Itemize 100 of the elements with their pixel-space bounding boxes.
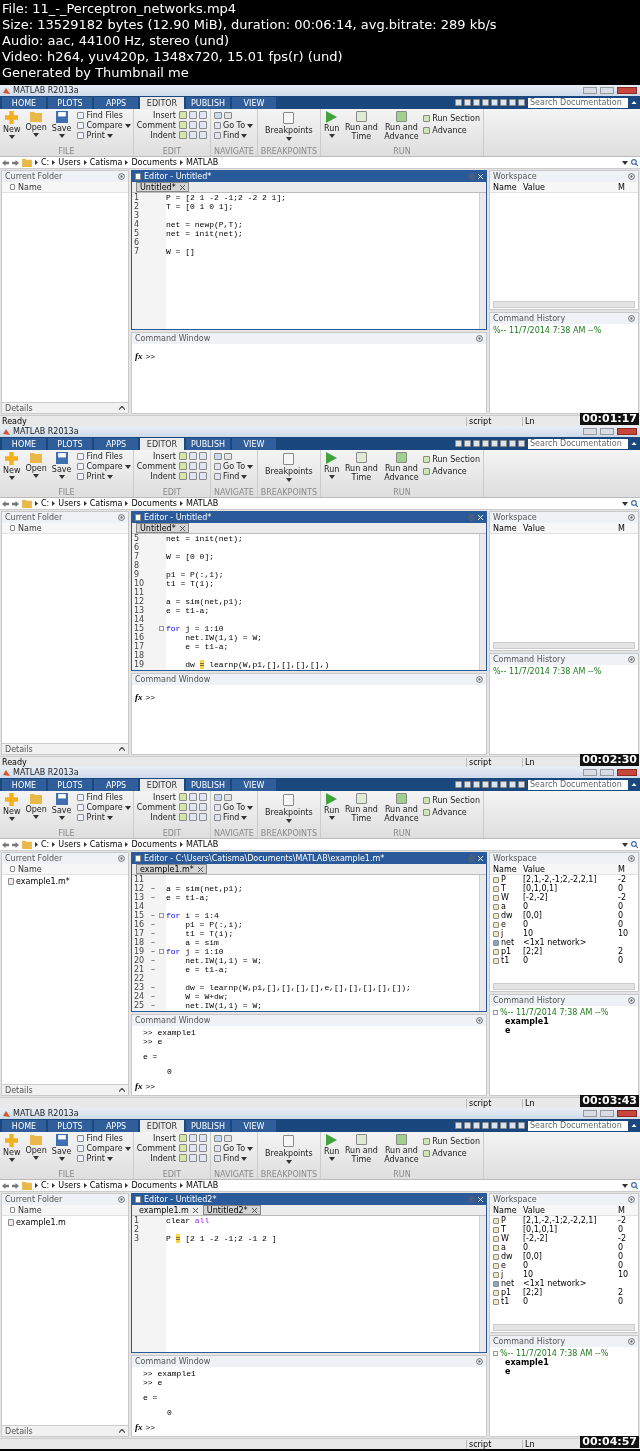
column-header[interactable]: Name xyxy=(493,1205,517,1215)
file-item[interactable]: example1.m xyxy=(16,1217,66,1227)
options-icon[interactable] xyxy=(118,514,125,521)
ribbon-tab[interactable]: EDITOR xyxy=(140,438,184,450)
path-segment[interactable]: MATLAB xyxy=(186,158,219,167)
toolbar-button[interactable]: Run and Time xyxy=(343,111,380,147)
variable-name[interactable]: T xyxy=(501,884,506,893)
path-segment[interactable]: Catisma xyxy=(89,840,123,849)
file-tab[interactable]: Untitled* xyxy=(136,182,189,192)
path-segment[interactable]: C: xyxy=(41,499,50,508)
expand-icon[interactable] xyxy=(119,1429,125,1433)
toolbar-button[interactable]: New xyxy=(2,1134,22,1162)
close-icon[interactable] xyxy=(192,1207,198,1213)
toolbar-button[interactable]: Find Files xyxy=(77,1134,131,1143)
search-field[interactable]: Search Documentation xyxy=(528,1120,628,1131)
variable-name[interactable]: e xyxy=(501,1261,506,1270)
path-segment[interactable]: Documents xyxy=(131,1181,178,1190)
toolbar-button[interactable]: Save xyxy=(50,1134,73,1161)
variable-name[interactable]: t1 xyxy=(501,956,510,965)
history-entry[interactable]: example1 xyxy=(505,1017,549,1026)
ribbon-tab[interactable]: PUBLISH xyxy=(186,97,230,109)
toolbar-button[interactable]: Indent xyxy=(150,131,176,140)
back-icon[interactable] xyxy=(2,841,9,848)
collapse-icon[interactable] xyxy=(631,782,637,787)
toolbar-button[interactable]: Breakpoints xyxy=(260,109,317,147)
command-prompt[interactable]: >> xyxy=(145,692,156,702)
toolbar-button[interactable]: Run and Advance xyxy=(383,793,420,829)
file-tab[interactable]: example1.m* xyxy=(136,864,207,874)
toolbar-button[interactable]: Compare xyxy=(77,1144,131,1153)
collapse-icon[interactable] xyxy=(631,1123,637,1128)
path-segment[interactable]: Catisma xyxy=(89,158,123,167)
collapse-icon[interactable] xyxy=(631,100,637,105)
path-segment[interactable]: Users xyxy=(58,1181,81,1190)
ribbon-tab[interactable]: HOME xyxy=(2,438,46,450)
toolbar-button[interactable]: Run and Advance xyxy=(383,452,420,488)
toolbar-button[interactable]: Breakpoints xyxy=(260,450,317,488)
toolbar-button[interactable]: Open xyxy=(24,1134,48,1160)
variable-name[interactable]: e xyxy=(501,920,506,929)
close-icon[interactable] xyxy=(251,1207,257,1213)
toolbar-button[interactable]: Find xyxy=(213,131,254,140)
toolbar-button[interactable]: Run xyxy=(324,793,340,829)
toolbar-button[interactable]: Find Files xyxy=(77,452,131,461)
search-field[interactable]: Search Documentation xyxy=(528,97,628,108)
toolbar-button[interactable]: Advance xyxy=(423,126,480,135)
close-button[interactable] xyxy=(617,769,637,776)
variable-name[interactable]: dw xyxy=(501,1252,513,1261)
toolbar-button[interactable]: Find xyxy=(213,813,254,822)
ribbon-tab[interactable]: PLOTS xyxy=(48,438,92,450)
function-icon[interactable]: fx xyxy=(135,1081,143,1091)
path-segment[interactable]: Catisma xyxy=(89,1181,123,1190)
toolbar-button[interactable]: Go To xyxy=(213,1144,254,1153)
command-prompt[interactable]: >> xyxy=(145,351,156,361)
toolbar-button[interactable]: Comment xyxy=(136,121,176,130)
column-header[interactable]: M xyxy=(618,523,625,533)
options-icon[interactable] xyxy=(628,1338,635,1345)
toolbar-button[interactable]: Run Section xyxy=(423,114,480,123)
history-entry[interactable]: example1 xyxy=(505,1358,549,1367)
path-segment[interactable]: Documents xyxy=(131,499,178,508)
minimize-button[interactable] xyxy=(583,769,597,776)
path-segment[interactable]: MATLAB xyxy=(186,1181,219,1190)
toolbar-button[interactable]: Open xyxy=(24,452,48,478)
toolbar-button[interactable]: Comment xyxy=(136,462,176,471)
toolbar-button[interactable]: Print xyxy=(77,472,131,481)
toolbar-button[interactable]: Run and Time xyxy=(343,1134,380,1170)
toolbar-button[interactable]: Compare xyxy=(77,803,131,812)
variable-name[interactable]: dw xyxy=(501,911,513,920)
toolbar-button[interactable]: Insert xyxy=(153,452,176,461)
toolbar-button[interactable]: Run Section xyxy=(423,796,480,805)
toolbar-button[interactable]: Print xyxy=(77,1154,131,1163)
path-segment[interactable]: Users xyxy=(58,840,81,849)
options-icon[interactable] xyxy=(628,173,635,180)
close-button[interactable] xyxy=(617,428,637,435)
toolbar-button[interactable]: Breakpoints xyxy=(260,1132,317,1170)
maximize-button[interactable] xyxy=(600,1110,614,1117)
ribbon-tab[interactable]: APPS xyxy=(94,1120,138,1132)
toolbar-button[interactable]: Find xyxy=(213,472,254,481)
toolbar-button[interactable]: Go To xyxy=(213,462,254,471)
scrollbar[interactable] xyxy=(493,1324,635,1331)
minimize-button[interactable] xyxy=(583,1110,597,1117)
ribbon-tab[interactable]: PLOTS xyxy=(48,97,92,109)
toolbar-button[interactable]: Run Section xyxy=(423,455,480,464)
column-header[interactable]: Name xyxy=(493,864,517,874)
toolbar-button[interactable]: Open xyxy=(24,111,48,137)
variable-name[interactable]: a xyxy=(501,902,506,911)
search-field[interactable]: Search Documentation xyxy=(528,438,628,449)
history-entry[interactable]: e xyxy=(505,1026,511,1035)
toolbar-button[interactable]: Comment xyxy=(136,1144,176,1153)
toolbar-button[interactable]: New xyxy=(2,793,22,821)
close-icon[interactable] xyxy=(197,866,203,872)
toolbar-button[interactable]: New xyxy=(2,111,22,139)
ribbon-tab[interactable]: HOME xyxy=(2,97,46,109)
maximize-button[interactable] xyxy=(600,769,614,776)
variable-name[interactable]: W xyxy=(501,893,509,902)
options-icon[interactable] xyxy=(118,173,125,180)
options-icon[interactable] xyxy=(476,676,483,683)
column-header[interactable]: Name xyxy=(18,864,42,874)
options-icon[interactable] xyxy=(118,855,125,862)
toolbar-button[interactable]: Save xyxy=(50,452,73,479)
function-icon[interactable]: fx xyxy=(135,692,143,702)
ribbon-tab[interactable]: PLOTS xyxy=(48,779,92,791)
